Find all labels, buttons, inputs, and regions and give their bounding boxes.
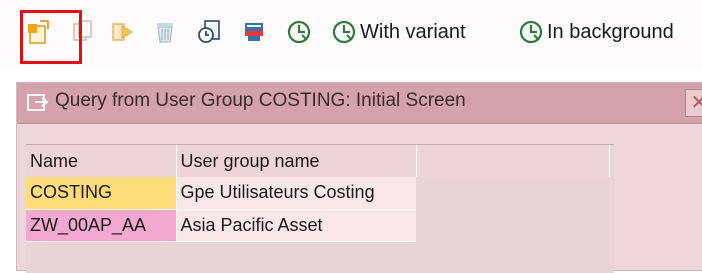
table-row[interactable]: COSTING Gpe Utilisateurs Costing bbox=[26, 177, 609, 210]
dialog-title: Query from User Group COSTING: Initial S… bbox=[55, 90, 466, 111]
close-icon: ✕ bbox=[690, 92, 702, 114]
change-group-icon bbox=[198, 20, 220, 43]
column-header-name[interactable]: Name bbox=[26, 145, 177, 177]
cell-name[interactable]: COSTING bbox=[26, 177, 177, 210]
table-row[interactable]: ZW_00AP_AA Asia Pacific Asset bbox=[26, 209, 609, 242]
delete-button[interactable] bbox=[152, 14, 178, 50]
execute-in-background-button[interactable]: In background bbox=[518, 14, 674, 50]
description-button[interactable] bbox=[242, 14, 268, 50]
cell-name[interactable]: ZW_00AP_AA bbox=[26, 209, 177, 242]
execute-icon bbox=[287, 20, 311, 44]
dialog-title-bar: Query from User Group COSTING: Initial S… bbox=[17, 83, 702, 124]
description-icon bbox=[245, 23, 263, 41]
close-button[interactable]: ✕ bbox=[685, 89, 702, 117]
user-group-table: Name User group name COSTING Gpe Utilisa… bbox=[26, 145, 610, 242]
dialog-window-icon bbox=[27, 94, 49, 111]
execute-variant-icon bbox=[332, 20, 356, 44]
cell-user-group-name[interactable]: Asia Pacific Asset bbox=[176, 209, 416, 242]
execute-with-variant-button[interactable]: With variant bbox=[331, 14, 466, 50]
table-header-row: Name User group name bbox=[26, 145, 610, 177]
execute-button[interactable] bbox=[286, 14, 312, 50]
execute-background-icon bbox=[519, 20, 543, 44]
highlight-box bbox=[20, 10, 82, 64]
query-dialog: Query from User Group COSTING: Initial S… bbox=[16, 82, 702, 273]
delete-icon bbox=[157, 23, 173, 43]
application-toolbar: With variant In background bbox=[0, 0, 702, 70]
rename-button[interactable] bbox=[110, 14, 136, 50]
column-header-empty bbox=[416, 145, 610, 177]
cell-user-group-name[interactable]: Gpe Utilisateurs Costing bbox=[176, 177, 416, 210]
in-background-label: In background bbox=[547, 20, 674, 43]
rename-icon bbox=[112, 23, 133, 41]
with-variant-label: With variant bbox=[360, 20, 466, 43]
column-header-user-group-name[interactable]: User group name bbox=[176, 145, 417, 177]
change-group-button[interactable] bbox=[197, 14, 223, 50]
